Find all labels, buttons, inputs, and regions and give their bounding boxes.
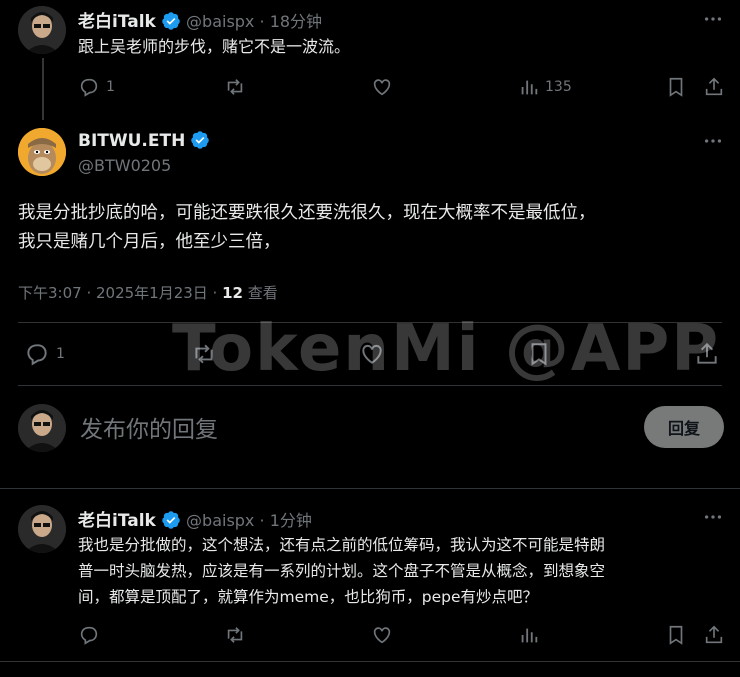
more-icon[interactable]: [702, 506, 724, 528]
bookmark-icon[interactable]: [665, 624, 687, 646]
avatar: [18, 404, 66, 452]
tweet-text-line-3: 间，都算是顶配了，就算作为meme，也比狗币，pepe有炒点吧？: [78, 588, 539, 606]
reply-count: 1: [56, 346, 65, 362]
author-name[interactable]: 老白iTalk: [78, 511, 156, 531]
separator: ·: [259, 12, 265, 31]
reply-icon[interactable]: [78, 76, 100, 98]
avatar[interactable]: [18, 128, 66, 176]
views-count: 135: [545, 79, 572, 95]
avatar[interactable]: [18, 6, 66, 54]
tweet-time[interactable]: 1分钟: [270, 511, 312, 530]
like-icon[interactable]: [371, 624, 393, 646]
separator: ·: [259, 511, 265, 530]
reply-button-label: 回复: [667, 419, 700, 438]
tweet-time[interactable]: 18分钟: [270, 12, 322, 31]
tweet-timestamp[interactable]: 下午3:07 · 2025年1月23日 ·: [18, 284, 222, 302]
tweet-text-line-1: 我也是分批做的，这个想法，还有点之前的低位筹码，我认为这不可能是特朗: [78, 536, 606, 554]
tweet-timestamp-row: 下午3:07 · 2025年1月23日 · 12 查看: [18, 282, 278, 303]
verified-icon: [161, 11, 181, 31]
tweet-text-line-2: 我只是赌几个月后，他至少三倍，: [18, 232, 281, 252]
views-icon[interactable]: [518, 76, 540, 98]
parent-tweet-header: 老白iTalk @baispx · 18分钟: [78, 7, 322, 32]
reply-count: 1: [106, 79, 115, 95]
verified-icon: [190, 130, 210, 150]
author-handle[interactable]: @baispx: [186, 12, 254, 31]
share-icon[interactable]: [703, 76, 725, 98]
more-icon[interactable]: [702, 8, 724, 30]
bookmark-icon[interactable]: [665, 76, 687, 98]
reply-input[interactable]: 发布你的回复: [80, 410, 218, 444]
divider: [18, 385, 722, 386]
view-count: 12: [222, 284, 243, 302]
reply-icon[interactable]: [78, 624, 100, 646]
divider: [0, 661, 740, 662]
tweet-text-line-1: 我是分批抄底的哈，可能还要跌很久还要洗很久，现在大概率不是最低位，: [18, 203, 596, 223]
verified-icon: [161, 510, 181, 530]
more-icon[interactable]: [702, 130, 724, 152]
main-tweet-header: BITWU.ETH: [78, 130, 210, 151]
author-handle[interactable]: @baispx: [186, 511, 254, 530]
tweet-text-line-2: 普一时头脑发热，应该是有一系列的计划。这个盘子不管是从概念，到想象空: [78, 562, 606, 580]
thread-line: [42, 58, 44, 120]
retweet-icon[interactable]: [224, 76, 246, 98]
watermark: TokenMi @APP: [172, 312, 721, 386]
author-handle[interactable]: @BTW0205: [78, 156, 171, 175]
reply-button[interactable]: 回复: [644, 406, 724, 448]
view-label: 查看: [242, 284, 278, 302]
views-icon[interactable]: [518, 624, 540, 646]
share-icon[interactable]: [703, 624, 725, 646]
avatar[interactable]: [18, 505, 66, 553]
tweet-text: 跟上吴老师的步伐，赌它不是一波流。: [78, 37, 351, 56]
retweet-icon[interactable]: [224, 624, 246, 646]
reply-icon[interactable]: [24, 341, 50, 367]
reply-tweet-header: 老白iTalk @baispx · 1分钟: [78, 506, 312, 531]
divider: [0, 488, 740, 489]
author-name[interactable]: 老白iTalk: [78, 12, 156, 32]
author-name[interactable]: BITWU.ETH: [78, 131, 185, 151]
like-icon[interactable]: [371, 76, 393, 98]
